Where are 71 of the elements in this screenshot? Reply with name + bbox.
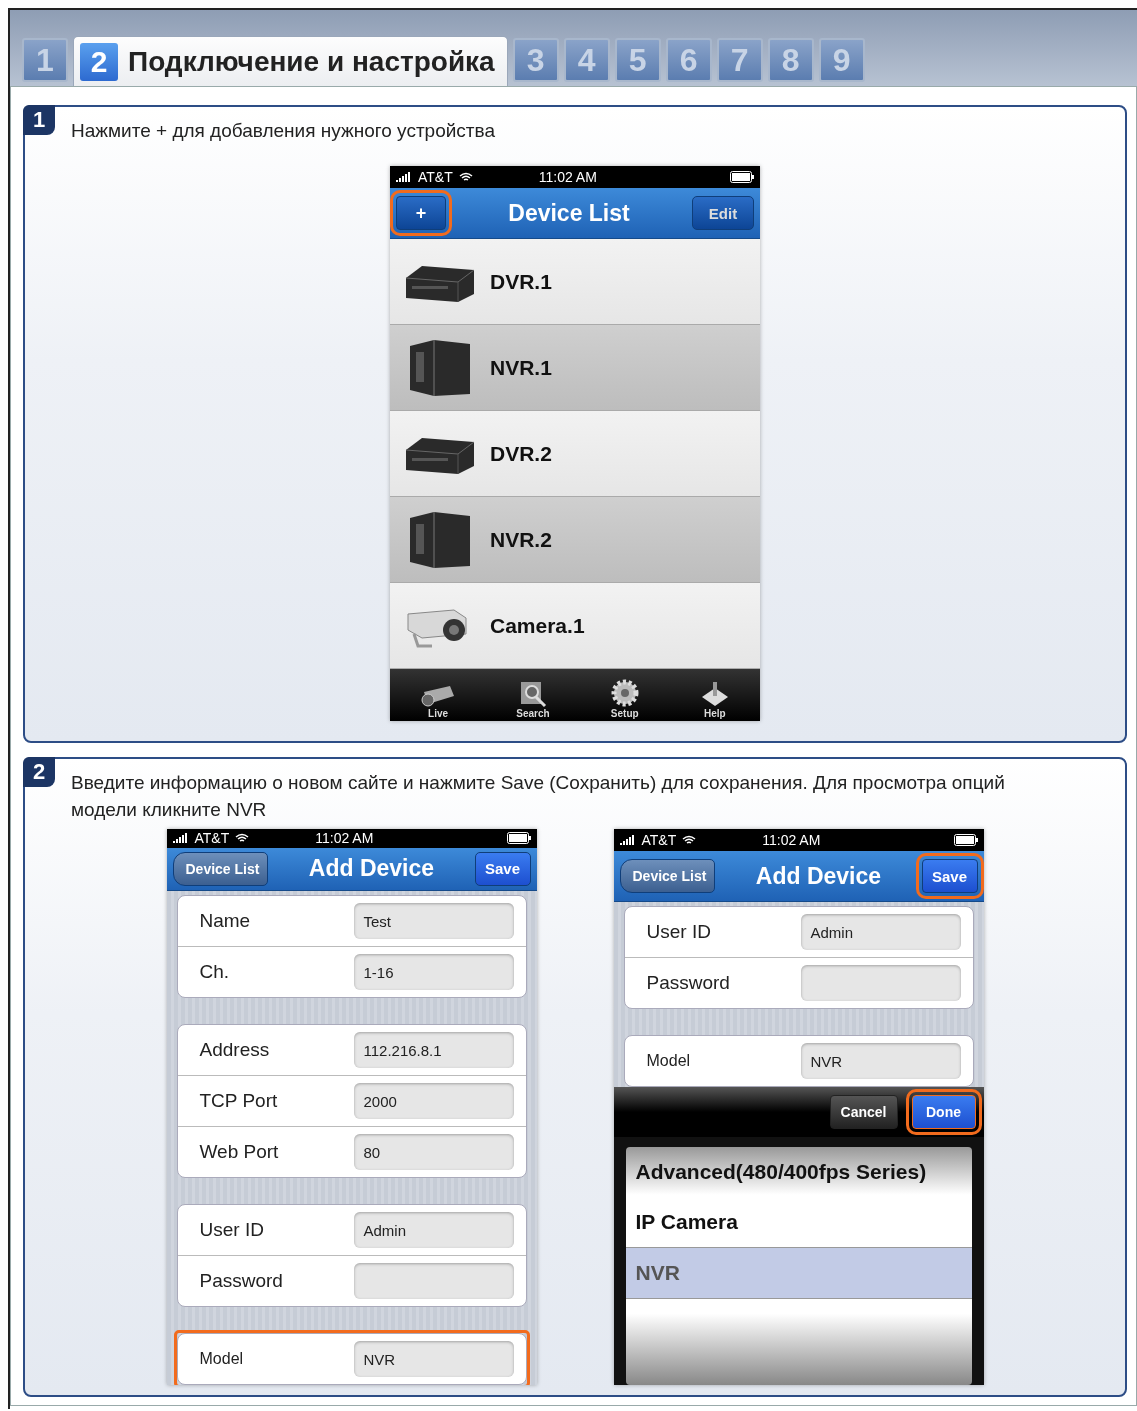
device-name: Camera.1 (490, 613, 585, 638)
instruction-text: Введите информацию о новом сайте и нажмите Save (Сохранить) для сохранения. Для просмотра опций модели кликните NVR (71, 771, 1006, 822)
text-field[interactable]: NVR (800, 1043, 961, 1079)
toolbar-label[interactable]: Live (428, 708, 449, 719)
text-field[interactable]: 112.216.8.1 (353, 1032, 514, 1068)
text-field[interactable]: 1-16 (353, 954, 514, 990)
screen-title: Device List (507, 199, 631, 227)
field-label: Address (199, 1039, 270, 1061)
signal-icon (396, 172, 412, 182)
screen-title: Add Device (307, 855, 436, 883)
field-label: Web Port (199, 1141, 279, 1163)
back-button[interactable]: Device List (619, 859, 716, 893)
step-number: 1 (23, 105, 55, 135)
picker-option[interactable]: Advanced(480/400fps Series) (625, 1147, 972, 1197)
text-field[interactable]: Admin (800, 914, 961, 950)
text-field[interactable]: Admin (353, 1212, 514, 1248)
text-field[interactable]: NVR (353, 1341, 514, 1377)
wifi-icon (682, 835, 697, 845)
instruction-text: Нажмите + для добавления нужного устройства (71, 119, 496, 143)
tab-title: Подключение и настройка (128, 45, 495, 78)
save-button[interactable]: Save (474, 851, 531, 886)
tab[interactable]: 2 Подключение и настройка (73, 36, 508, 86)
carrier-name: AT&T (194, 830, 230, 847)
wifi-icon (458, 172, 473, 182)
device-row[interactable]: DVR.2 (390, 411, 760, 497)
device-row[interactable]: Camera.1 (390, 583, 760, 669)
field-label: Model (646, 1052, 691, 1070)
picker-option[interactable]: NVR (625, 1247, 972, 1299)
toolbar-label[interactable]: Search (516, 708, 550, 719)
cancel-button[interactable]: Cancel (829, 1095, 898, 1129)
carrier-name: AT&T (418, 169, 453, 185)
text-field[interactable]: 80 (353, 1134, 514, 1170)
clock-time: 11:02 AM (762, 832, 822, 848)
step-number: 2 (23, 757, 55, 787)
edit-button[interactable]: Edit (692, 196, 754, 230)
toolbar-label[interactable]: Setup (610, 708, 639, 719)
battery-icon (953, 834, 978, 846)
back-button[interactable]: Device List (172, 851, 269, 886)
field-label: User ID (199, 1219, 264, 1241)
clock-time: 11:02 AM (538, 169, 598, 185)
signal-icon (619, 835, 636, 845)
text-field[interactable]: 2000 (353, 1083, 514, 1119)
gear-icon (609, 678, 640, 708)
device-row[interactable]: NVR.2 (390, 497, 760, 583)
field-label: Password (646, 972, 730, 994)
picker-option[interactable]: IP Camera (625, 1197, 972, 1247)
text-field[interactable] (353, 1263, 514, 1299)
wifi-icon (235, 833, 250, 844)
text-field[interactable]: Test (353, 903, 514, 939)
field-label: Ch. (199, 961, 230, 983)
tab-number: 2 (80, 42, 118, 81)
device-row[interactable]: NVR.1 (390, 325, 760, 411)
battery-icon (730, 171, 754, 183)
field-label: TCP Port (199, 1090, 278, 1112)
device-name: DVR.2 (490, 441, 552, 466)
device-name: DVR.1 (490, 269, 552, 294)
device-row[interactable]: DVR.1 (390, 239, 760, 325)
field-label: User ID (646, 921, 711, 943)
device-name: NVR.1 (490, 355, 552, 380)
field-label: Password (199, 1270, 283, 1292)
field-label: Name (199, 910, 251, 932)
clock-time: 11:02 AM (315, 830, 375, 847)
battery-icon (506, 832, 531, 845)
signal-icon (172, 833, 189, 844)
screen-title: Add Device (754, 862, 883, 890)
field-label: Model (199, 1350, 244, 1368)
device-name: NVR.2 (490, 527, 552, 552)
carrier-name: AT&T (641, 832, 677, 848)
toolbar-label[interactable]: Help (704, 708, 726, 719)
text-field[interactable] (800, 965, 961, 1001)
camera-icon (420, 684, 457, 708)
